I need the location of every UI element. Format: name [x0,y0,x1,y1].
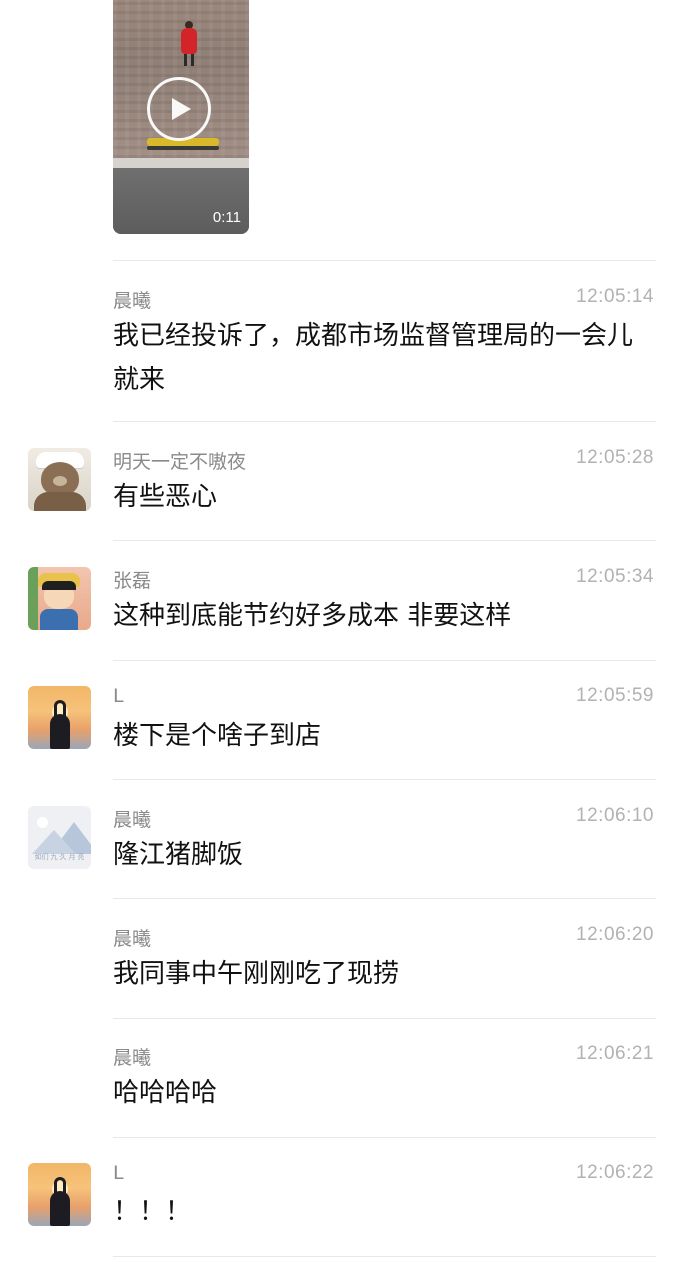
message-divider [113,1256,656,1257]
play-icon[interactable] [147,77,211,141]
anime-avatar[interactable] [28,567,91,630]
placeholder-avatar[interactable]: 如们 九 久 月 亮 [28,806,91,869]
message-text[interactable]: 我已经投诉了，成都市场监督管理局的一会儿就来 [113,314,633,402]
message-time: 12:05:59 [576,685,654,706]
message-divider [113,540,656,541]
message-time: 12:06:21 [576,1043,654,1064]
message-divider [113,421,656,422]
sender-name[interactable]: 晨曦 [113,1043,151,1070]
chat-history: 0:11 晨曦 12:05:14 我已经投诉了，成都市场监督管理局的一会儿就来 … [0,0,684,1280]
message-time: 12:06:20 [576,924,654,945]
video-message-thumbnail[interactable]: 0:11 [113,0,249,234]
sender-name[interactable]: 晨曦 [113,805,151,832]
message-divider [113,660,656,661]
message-divider [113,260,656,261]
message-text[interactable]: 这种到底能节约好多成本 非要这样 [113,594,653,638]
sunset-avatar[interactable] [28,1163,91,1226]
message-text[interactable]: ！！！ [113,1190,653,1234]
message-text[interactable]: 哈哈哈哈 [113,1071,653,1115]
message-text[interactable]: 隆江猪脚饭 [113,833,653,877]
message-time: 12:05:28 [576,447,654,468]
message-time: 12:06:10 [576,805,654,826]
message-divider [113,898,656,899]
message-text[interactable]: 我同事中午刚刚吃了现捞 [113,952,653,996]
sender-name[interactable]: 晨曦 [113,286,151,313]
message-text[interactable]: 有些恶心 [113,475,653,519]
message-divider [113,779,656,780]
sender-name[interactable]: L [113,685,124,707]
sender-name[interactable]: 晨曦 [113,924,151,951]
sender-name[interactable]: 张磊 [113,566,151,593]
sender-name[interactable]: 明天一定不嗷夜 [113,447,246,474]
avatar-caption: 如们 九 久 月 亮 [34,854,85,861]
message-time: 12:05:14 [576,286,654,307]
video-duration: 0:11 [212,209,241,226]
message-divider [113,1137,656,1138]
message-time: 12:05:34 [576,566,654,587]
message-time: 12:06:22 [576,1162,654,1183]
sunset-avatar[interactable] [28,686,91,749]
message-divider [113,1018,656,1019]
sender-name[interactable]: L [113,1162,124,1184]
message-text[interactable]: 楼下是个啥子到店 [113,714,653,758]
bear-avatar[interactable] [28,448,91,511]
